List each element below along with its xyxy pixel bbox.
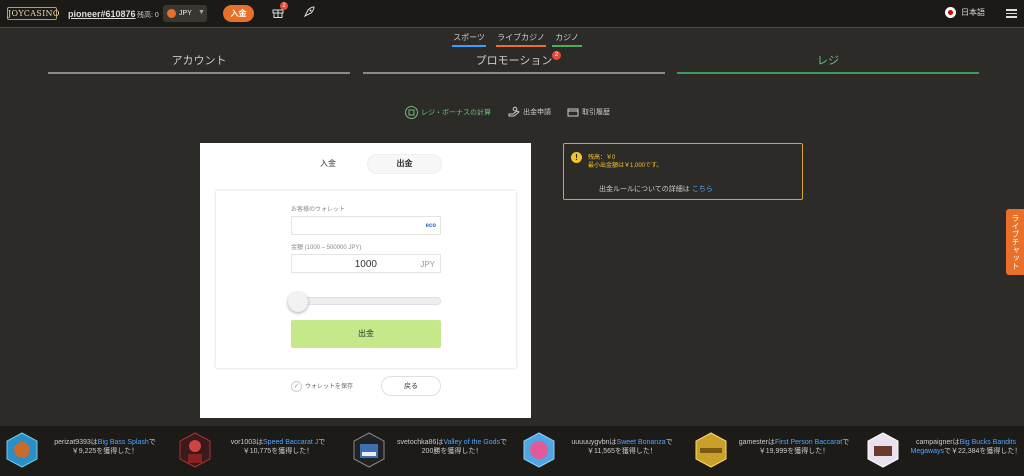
cashier-tab-withdraw-request-label: 出金申請	[523, 109, 551, 116]
back-button[interactable]: 戻る	[381, 376, 441, 396]
withdraw-panel: 入金 出金 お客様のウォレット eco 金額 (1000 – 500000 JP…	[200, 143, 531, 418]
cashier-tab-history-label: 取引履歴	[582, 109, 610, 116]
info-rules: 出金ルールについての詳細は こちら	[599, 184, 713, 194]
wallet-input[interactable]: eco	[291, 216, 441, 235]
rules-link[interactable]: こちら	[692, 186, 713, 193]
rocket-icon[interactable]	[302, 6, 315, 19]
amount-label: 金額 (1000 – 500000 JPY)	[291, 245, 362, 251]
save-wallet-checkbox[interactable]: ✓ ウォレットを保存	[291, 381, 353, 392]
withdraw-submit-button[interactable]: 出金	[291, 320, 441, 348]
form-tab-withdraw[interactable]: 出金	[368, 155, 441, 173]
save-wallet-label: ウォレットを保存	[305, 384, 354, 391]
wallet-label: お客様のウォレット	[291, 207, 346, 213]
sweet-bonanza-icon	[523, 432, 555, 468]
amount-unit: JPY	[420, 260, 435, 269]
ticker-text: perizat9393はBig Bass Splashで￥9,225を獲得した！	[54, 439, 156, 455]
language-label: 日本語	[961, 8, 985, 17]
language-selector[interactable]: 日本語	[945, 7, 985, 19]
big-bucks-bandits-icon	[867, 432, 899, 468]
subnav-live-casino[interactable]: ライブカジノ	[496, 32, 546, 47]
card-icon	[567, 108, 579, 117]
subnav-casino[interactable]: カジノ	[552, 32, 582, 47]
ticker-item[interactable]: svetochka86はValley of the Godsで200勝を獲得した…	[352, 432, 512, 472]
info-min-withdraw: 最小出金額は￥1,000です。	[588, 163, 663, 169]
ticker-item[interactable]: campaignerはBig Bucks Bandits Megawaysで￥2…	[866, 432, 1024, 472]
form-tab-deposit[interactable]: 入金	[307, 155, 349, 173]
info-box: ! 残高：￥0 最小出金額は￥1,000です。 出金ルールについての詳細は こち…	[563, 143, 803, 200]
live-chat-button[interactable]: ライブチャット	[1006, 209, 1024, 275]
ticker-item[interactable]: vor1003はSpeed Baccarat Jで￥10,775を獲得した！	[178, 432, 338, 472]
ticker-item[interactable]: perizat9393はBig Bass Splashで￥9,225を獲得した！	[5, 432, 165, 472]
ticker-item[interactable]: gamesterはFirst Person Baccaratで￥19,999を獲…	[694, 432, 854, 472]
deposit-button[interactable]: 入金	[223, 5, 254, 22]
warning-icon: !	[571, 152, 582, 163]
speed-baccarat-icon	[179, 432, 211, 468]
top-bar: JOYCASINO pioneer#610876 残高: 0 JPY ▼ 入金 …	[0, 0, 1024, 28]
currency-code: JPY	[179, 10, 192, 17]
promotion-badge: 2	[552, 51, 561, 60]
cashier-tab-calculate-label: レジ・ボーナスの計算	[421, 109, 491, 117]
japan-flag-icon	[945, 7, 956, 19]
big-bass-splash-icon	[6, 432, 38, 468]
chevron-down-icon: ▼	[198, 9, 205, 16]
amount-value: 1000	[354, 259, 377, 270]
tab-promotion[interactable]: プロモーション	[363, 52, 665, 74]
balance-label: 残高: 0	[137, 12, 159, 19]
tab-account[interactable]: アカウント	[48, 52, 350, 74]
first-person-baccarat-icon	[695, 432, 727, 468]
ticker-text: vor1003はSpeed Baccarat Jで￥10,775を獲得した！	[230, 439, 326, 455]
ticker-text: svetochka86はValley of the Godsで200勝を獲得した…	[397, 439, 507, 455]
ticker-text: gamesterはFirst Person Baccaratで￥19,999を獲…	[738, 439, 850, 455]
joycasino-logo[interactable]: JOYCASINO	[7, 7, 59, 20]
cashier-tab-withdraw-request[interactable]: 出金申請	[508, 106, 551, 120]
username-link[interactable]: pioneer#610876	[68, 9, 136, 19]
withdraw-form-card: お客様のウォレット eco 金額 (1000 – 500000 JPY) 100…	[216, 191, 516, 368]
ticker-text: uuuuuygvbnはSweet Bonanzaで￥11,565を獲得した！	[571, 439, 673, 455]
hamburger-menu-icon[interactable]	[1006, 9, 1017, 18]
cashier-tab-history[interactable]: 取引履歴	[567, 106, 610, 120]
tab-cashier[interactable]: レジ	[677, 52, 979, 74]
amount-slider[interactable]	[288, 292, 441, 312]
amount-input[interactable]: 1000 JPY	[291, 254, 441, 273]
hand-coin-icon	[508, 106, 520, 117]
currency-flag-icon	[167, 9, 176, 18]
eco-payz-icon: eco	[425, 223, 436, 229]
ticker-item[interactable]: uuuuuygvbnはSweet Bonanzaで￥11,565を獲得した！	[522, 432, 682, 472]
cashier-tab-calculate[interactable]: レジ・ボーナスの計算	[405, 106, 491, 120]
gift-badge: 2	[280, 2, 288, 10]
currency-select[interactable]: JPY ▼	[163, 5, 207, 22]
checkmark-icon: ✓	[291, 381, 302, 392]
winners-ticker: perizat9393はBig Bass Splashで￥9,225を獲得した！…	[0, 426, 1024, 476]
slider-handle[interactable]	[288, 292, 308, 312]
valley-of-the-gods-icon	[353, 432, 385, 468]
subnav-sports[interactable]: スポーツ	[452, 32, 486, 47]
calculator-icon	[405, 106, 418, 119]
ticker-text: campaignerはBig Bucks Bandits Megawaysで￥2…	[910, 439, 1022, 455]
info-rules-text: 出金ルールについての詳細は	[599, 186, 690, 193]
